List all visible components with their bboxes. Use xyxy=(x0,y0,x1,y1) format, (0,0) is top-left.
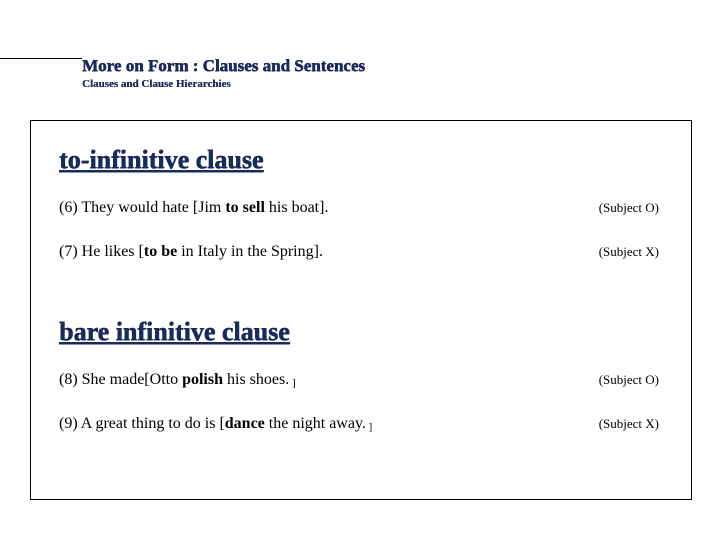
ex6-b: to sell xyxy=(225,199,269,216)
ex6-c: his boat]. xyxy=(269,199,329,216)
ex8-c: his shoes. xyxy=(227,371,289,388)
example-7: (7) He likes [to be in Italy in the Spri… xyxy=(59,243,663,261)
slide-header: More on Form : Clauses and Sentences Cla… xyxy=(82,56,365,90)
ex8-b: polish xyxy=(182,371,227,388)
ex8-a: She made[Otto xyxy=(82,371,182,388)
example-7-text: (7) He likes [to be in Italy in the Spri… xyxy=(59,243,323,261)
example-8-text: (8) She made[Otto polish his shoes. ] xyxy=(59,371,296,389)
ex9-d: ] xyxy=(366,421,372,433)
ex9-c: the night away. xyxy=(269,415,366,432)
ex7-a: He likes [ xyxy=(82,243,144,260)
header-rule xyxy=(0,58,82,59)
header-title: More on Form : Clauses and Sentences xyxy=(82,56,365,76)
example-9-annot: (Subject X) xyxy=(599,416,663,432)
ex9-a: A great thing to do is [ xyxy=(81,415,225,432)
example-6-text: (6) They would hate [Jim to sell his boa… xyxy=(59,199,328,217)
example-8-annot: (Subject O) xyxy=(599,372,663,388)
ex7-num: (7) xyxy=(59,243,82,260)
header-subtitle: Clauses and Clause Hierarchies xyxy=(82,78,365,90)
example-6: (6) They would hate [Jim to sell his boa… xyxy=(59,199,663,217)
ex8-num: (8) xyxy=(59,371,82,388)
slide: More on Form : Clauses and Sentences Cla… xyxy=(0,0,720,540)
section-title-bare-infinitive: bare infinitive clause xyxy=(59,317,663,347)
ex6-num: (6) xyxy=(59,199,81,216)
content-box: to-infinitive clause (6) They would hate… xyxy=(30,120,692,500)
example-6-annot: (Subject O) xyxy=(599,200,663,216)
ex7-c: in Italy in the Spring]. xyxy=(181,243,323,260)
ex9-num: (9) xyxy=(59,415,81,432)
example-9: (9) A great thing to do is [dance the ni… xyxy=(59,415,663,433)
section-title-to-infinitive: to-infinitive clause xyxy=(59,145,663,175)
ex9-b: dance xyxy=(225,415,269,432)
ex8-d: ] xyxy=(289,377,295,389)
example-8: (8) She made[Otto polish his shoes. ] (S… xyxy=(59,371,663,389)
ex6-a: They would hate [Jim xyxy=(81,199,225,216)
ex7-b: to be xyxy=(144,243,181,260)
example-9-text: (9) A great thing to do is [dance the ni… xyxy=(59,415,372,433)
example-7-annot: (Subject X) xyxy=(599,244,663,260)
